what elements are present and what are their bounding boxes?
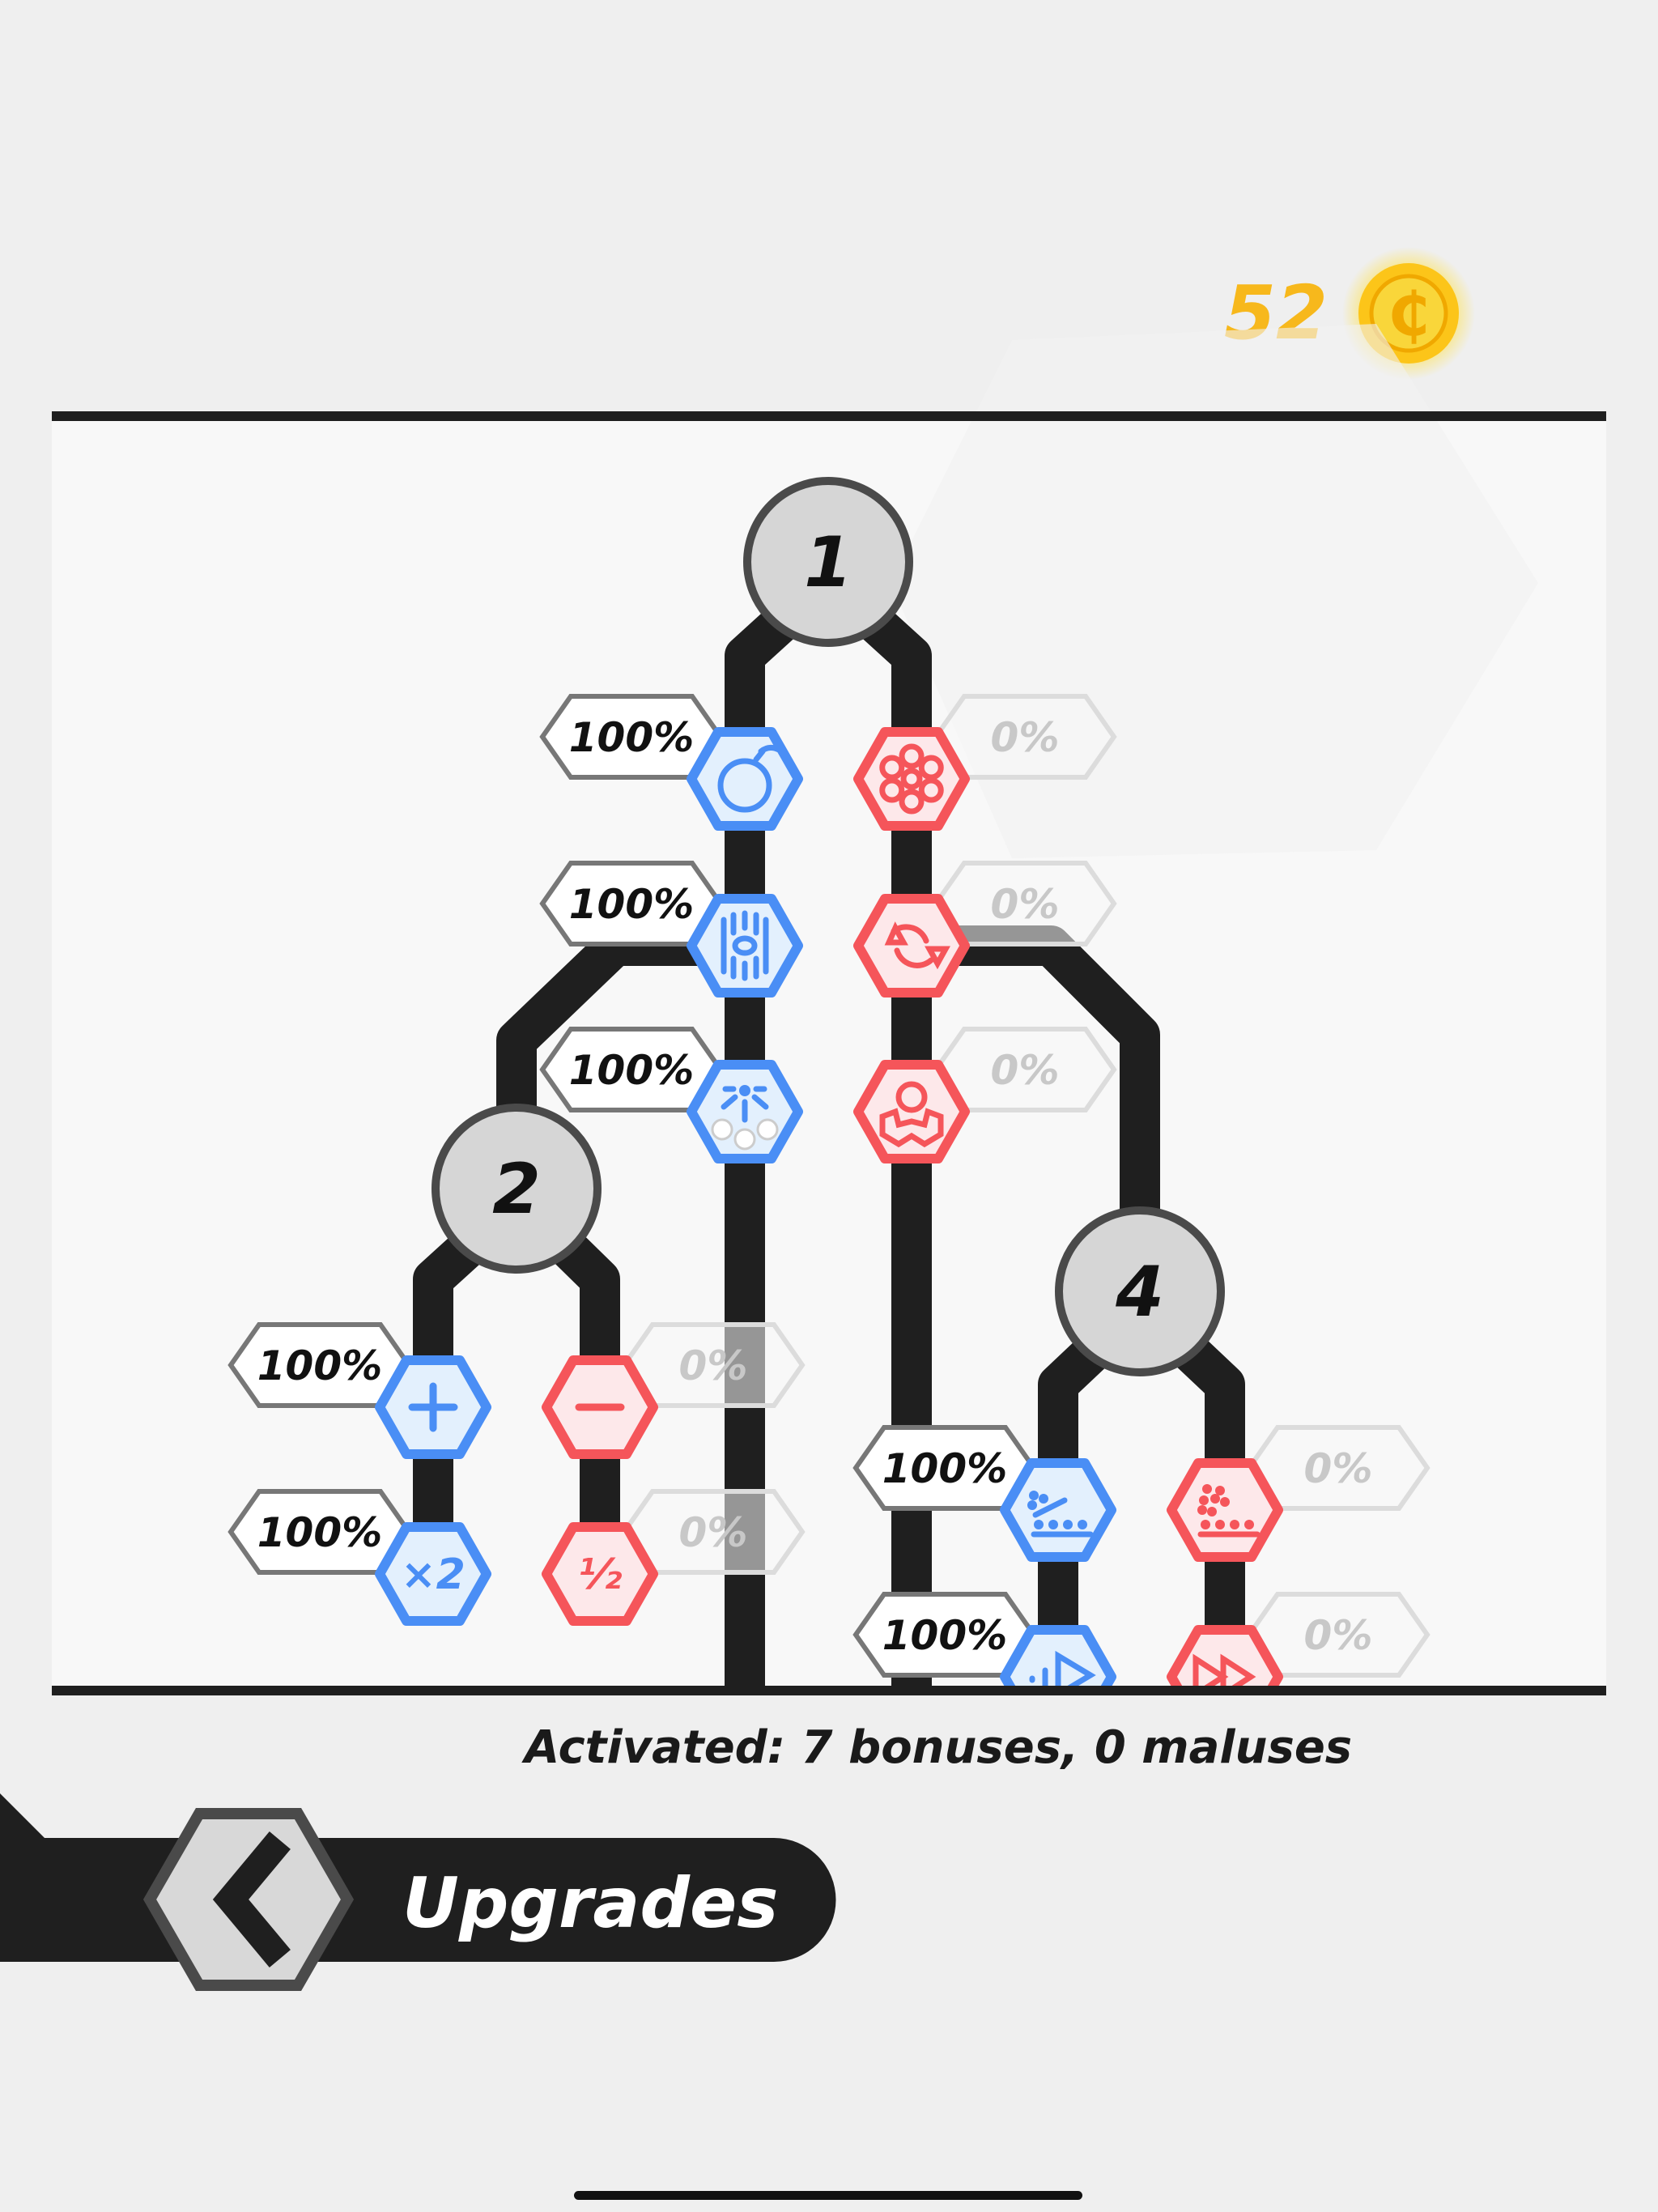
upgrade-node-balls-slope[interactable] <box>1000 1458 1116 1562</box>
chance-percent: 0% <box>1304 1445 1373 1492</box>
chance-percent: 100% <box>569 1047 694 1094</box>
upgrade-node-play[interactable] <box>1000 1625 1116 1724</box>
tier-hub-2[interactable]: 2 <box>432 1104 602 1274</box>
tier-number: 1 <box>804 522 852 603</box>
chance-percent: 100% <box>257 1509 382 1556</box>
panel-bottom-border <box>52 1686 1606 1695</box>
back-button[interactable] <box>142 1808 355 1991</box>
chance-percent: 100% <box>569 714 694 761</box>
chance-percent: 0% <box>679 1342 748 1389</box>
upgrade-node-minus[interactable] <box>542 1355 658 1459</box>
upgrade-node-half[interactable]: ½ <box>542 1522 658 1626</box>
upgrade-node-balls-pile[interactable] <box>1167 1458 1283 1562</box>
upgrade-node-fast-forward[interactable] <box>1167 1625 1283 1724</box>
upgrade-node-plus[interactable] <box>375 1355 491 1459</box>
chance-percent: 100% <box>569 881 694 928</box>
upgrade-node-x2[interactable]: ×2 <box>375 1522 491 1626</box>
home-indicator[interactable] <box>574 2191 1082 2200</box>
tier-number: 4 <box>1115 1252 1164 1333</box>
chance-percent: 100% <box>882 1612 1007 1659</box>
upgrades-screen: 52 ₵ 100%100%100%0%0%0%100%100%0%0%100%1… <box>0 247 1606 2200</box>
upgrade-node-cycle[interactable] <box>853 894 970 998</box>
chance-percent: 0% <box>679 1509 748 1556</box>
tier-hub-1[interactable]: 1 <box>743 477 913 647</box>
tier-number: 2 <box>492 1149 541 1230</box>
screen-title: Upgrades <box>402 1863 778 1944</box>
upgrade-node-explosion[interactable] <box>687 1060 803 1163</box>
chance-percent: 0% <box>1304 1612 1373 1659</box>
chance-percent: 0% <box>991 1047 1060 1094</box>
half-icon: ½ <box>578 1551 622 1599</box>
chance-percent: 0% <box>991 714 1060 761</box>
upgrade-node-flower[interactable] <box>853 727 970 831</box>
x2-label: ×2 <box>401 1551 466 1599</box>
chance-percent: 100% <box>882 1445 1007 1492</box>
upgrade-node-laser[interactable] <box>687 894 803 998</box>
chance-percent: 0% <box>991 881 1060 928</box>
footer-bar: Upgrades <box>0 1793 836 1991</box>
upgrade-node-bomb[interactable] <box>687 727 803 831</box>
upgrade-node-person[interactable] <box>853 1060 970 1163</box>
tier-hub-4[interactable]: 4 <box>1055 1206 1225 1376</box>
half-label: ½ <box>578 1551 622 1599</box>
activated-summary: Activated: 7 bonuses, 0 maluses <box>521 1721 1352 1774</box>
x2-icon: ×2 <box>401 1551 466 1599</box>
panel-top-border <box>52 411 1606 421</box>
chance-percent: 100% <box>257 1342 382 1389</box>
svg-text:₵: ₵ <box>1388 280 1430 350</box>
